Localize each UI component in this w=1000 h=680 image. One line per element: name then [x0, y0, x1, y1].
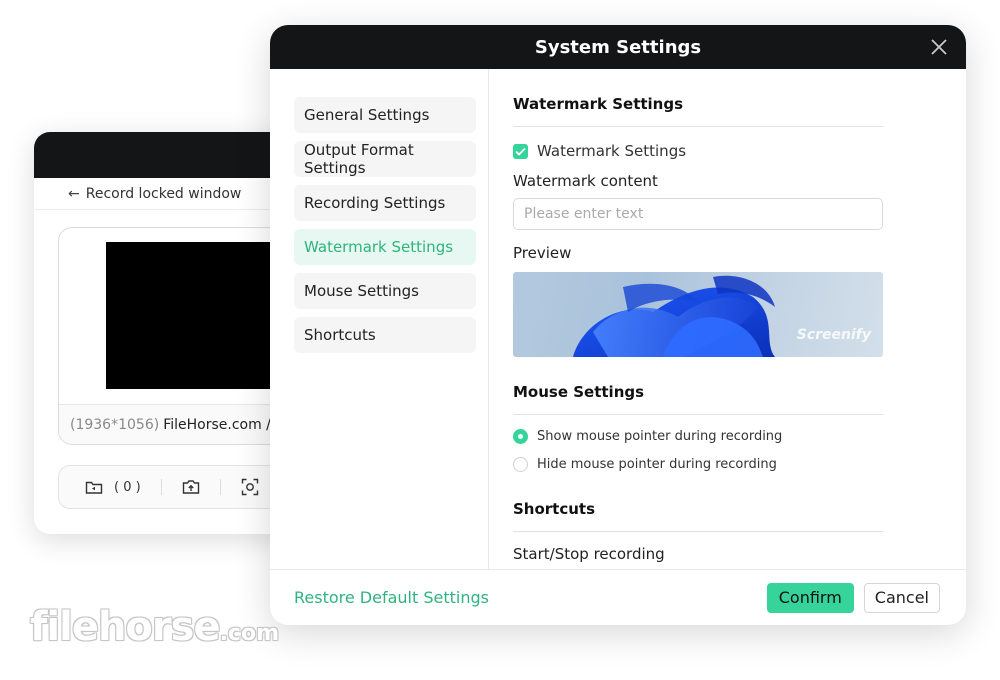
dialog-footer: Restore Default Settings Confirm Cancel	[270, 569, 966, 625]
open-folder-button[interactable]: ( 0 )	[85, 479, 141, 495]
close-icon[interactable]	[928, 36, 950, 58]
confirm-button[interactable]: Confirm	[766, 582, 854, 613]
radio-hide-mouse-pointer[interactable]: Hide mouse pointer during recording	[513, 457, 966, 472]
export-icon	[182, 479, 200, 495]
export-button[interactable]	[182, 479, 200, 495]
logo-main-text: filehorse	[30, 604, 221, 650]
toolbar-divider	[219, 479, 221, 495]
logo-suffix-text: .com	[219, 621, 280, 646]
watermark-preview-image: Screenify	[513, 272, 883, 357]
watermark-checkbox[interactable]	[513, 143, 528, 159]
nav-item-general-settings[interactable]: General Settings	[294, 97, 476, 133]
mouse-section-title: Mouse Settings	[513, 383, 883, 415]
nav-item-output-format-settings[interactable]: Output Format Settings	[294, 141, 476, 177]
radio-show-mouse-pointer[interactable]: Show mouse pointer during recording	[513, 429, 966, 444]
nav-item-shortcuts[interactable]: Shortcuts	[294, 317, 476, 353]
folder-count: ( 0 )	[114, 479, 141, 495]
shortcuts-section-title: Shortcuts	[513, 500, 883, 532]
shortcut-start-stop-label: Start/Stop recording	[513, 545, 665, 563]
nav-item-mouse-settings[interactable]: Mouse Settings	[294, 273, 476, 309]
folder-icon	[85, 479, 103, 495]
preview-label: Preview	[513, 244, 572, 262]
screenshot-icon	[241, 478, 259, 496]
watermark-preview-text: Screenify	[796, 327, 871, 343]
watermark-section-title: Watermark Settings	[513, 95, 883, 127]
toolbar-divider	[160, 479, 162, 495]
nav-item-recording-settings[interactable]: Recording Settings	[294, 185, 476, 221]
check-icon	[515, 147, 526, 156]
watermark-content-label: Watermark content	[513, 172, 658, 190]
dialog-title: System Settings	[534, 36, 702, 58]
nav-item-watermark-settings[interactable]: Watermark Settings	[294, 229, 476, 265]
radio-button[interactable]	[513, 457, 528, 472]
radio-label: Show mouse pointer during recording	[537, 429, 783, 444]
watermark-checkbox-label: Watermark Settings	[537, 142, 687, 160]
back-arrow-icon: ←	[68, 185, 80, 202]
back-link-label: Record locked window	[85, 185, 242, 202]
window-resolution: (1936*1056)	[70, 416, 160, 433]
system-settings-dialog: System Settings General Settings Output …	[270, 25, 966, 625]
dialog-body: General Settings Output Format Settings …	[270, 69, 966, 569]
cancel-button[interactable]: Cancel	[863, 582, 940, 613]
settings-nav: General Settings Output Format Settings …	[270, 69, 489, 569]
radio-button-selected[interactable]	[513, 429, 528, 444]
dialog-header: System Settings	[270, 25, 966, 69]
radio-label: Hide mouse pointer during recording	[537, 457, 777, 472]
watermark-content-input[interactable]	[513, 198, 883, 230]
screenshot-button[interactable]	[241, 478, 259, 496]
filehorse-logo: filehorse.com	[30, 604, 279, 650]
watermark-checkbox-row[interactable]: Watermark Settings	[513, 142, 966, 160]
settings-content: Watermark Settings Watermark Settings Wa…	[489, 69, 966, 569]
bloom-wallpaper-graphic	[573, 275, 775, 357]
restore-default-settings-link[interactable]: Restore Default Settings	[294, 588, 767, 607]
window-name: FileHorse.com / F	[163, 416, 284, 433]
